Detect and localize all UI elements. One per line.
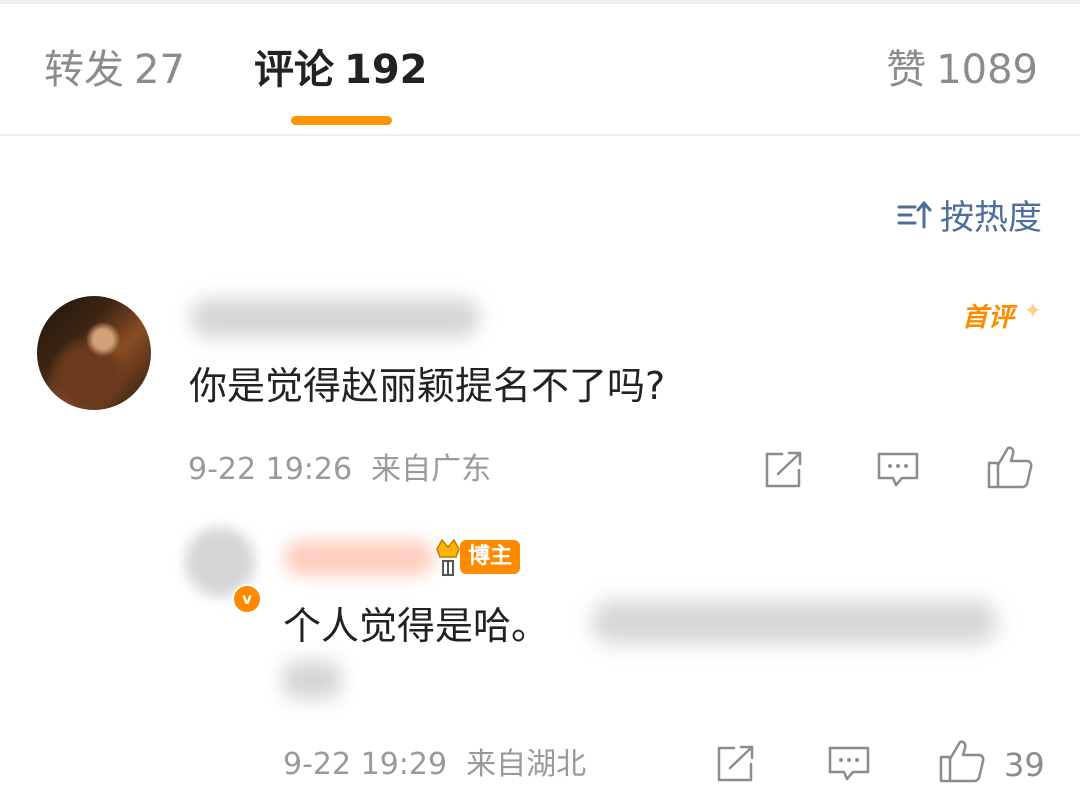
comment-time: 9-22 19:26 bbox=[188, 452, 353, 487]
reply-text-blurred bbox=[592, 600, 997, 644]
tab-comments-count: 192 bbox=[344, 47, 428, 93]
active-tab-indicator bbox=[291, 116, 392, 125]
tab-likes-count: 1089 bbox=[936, 47, 1038, 93]
avatar[interactable] bbox=[37, 296, 151, 410]
sort-label: 按热度 bbox=[940, 198, 1042, 238]
first-comment-badge: 首评 ✦ bbox=[962, 298, 1042, 338]
tab-likes[interactable]: 赞 1089 bbox=[886, 40, 1038, 100]
tab-bar: 转发 27 评论 192 赞 1089 bbox=[0, 0, 1080, 136]
tab-comments-label: 评论 bbox=[254, 47, 334, 93]
crown-icon bbox=[436, 538, 460, 576]
reply-comment-icon[interactable] bbox=[827, 744, 871, 784]
blogger-badge: 博主 bbox=[460, 540, 521, 574]
reply-like-count: 39 bbox=[1004, 746, 1045, 784]
reply-meta: 9-22 19:29 来自湖北 bbox=[283, 745, 586, 785]
comment-meta: 9-22 19:26 来自广东 bbox=[188, 450, 491, 490]
sparkle-icon: ✦ bbox=[1023, 299, 1042, 324]
verified-badge: v bbox=[232, 584, 262, 614]
tab-reposts-count: 27 bbox=[134, 47, 185, 93]
sort-button[interactable]: 按热度 bbox=[896, 190, 1042, 239]
username-blurred[interactable] bbox=[190, 298, 480, 338]
like-icon[interactable] bbox=[986, 444, 1034, 490]
comment-icon[interactable] bbox=[876, 450, 920, 490]
reply-like-icon[interactable] bbox=[938, 738, 986, 784]
share-icon[interactable] bbox=[762, 450, 804, 490]
comment-location: 来自广东 bbox=[371, 452, 492, 487]
reply-time: 9-22 19:29 bbox=[283, 747, 448, 782]
comment-text: 你是觉得赵丽颖提名不了吗? bbox=[189, 364, 666, 408]
tab-comments[interactable]: 评论 192 bbox=[254, 40, 428, 100]
first-comment-badge-label: 首评 bbox=[962, 303, 1015, 333]
tab-reposts[interactable]: 转发 27 bbox=[44, 40, 185, 100]
reply-username-blurred[interactable] bbox=[284, 540, 434, 576]
tab-likes-label: 赞 bbox=[886, 47, 927, 93]
reply-location: 来自湖北 bbox=[466, 747, 587, 782]
reply-text: 个人觉得是哈。 bbox=[283, 604, 550, 648]
sort-icon bbox=[897, 200, 932, 228]
reply-share-icon[interactable] bbox=[714, 744, 756, 784]
tab-reposts-label: 转发 bbox=[44, 47, 124, 93]
reply-text-blurred-continued bbox=[282, 660, 342, 700]
